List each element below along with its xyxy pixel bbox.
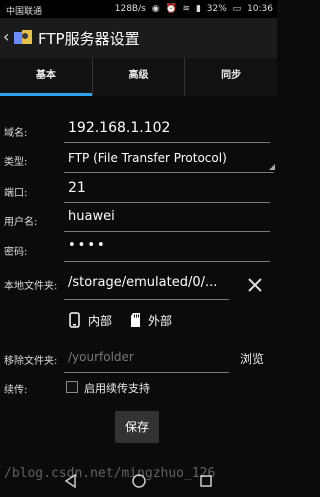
battery-icon: ▭ (232, 4, 242, 14)
type-select[interactable]: FTP (File Transfer Protocol) (68, 151, 227, 165)
remote-folder-input[interactable]: /yourfolder (68, 350, 134, 364)
sd-card-icon (131, 313, 140, 327)
port-input[interactable]: 21 (68, 180, 86, 196)
battery-percent: 32% (206, 4, 227, 14)
domain-label: 域名: (4, 128, 28, 139)
username-underline (64, 231, 270, 232)
remote-folder-label: 移除文件夹: (4, 356, 58, 367)
dropdown-arrow-icon (269, 164, 275, 170)
username-row: 用户名: huawei (0, 207, 277, 232)
resume-checkbox-label: 启用续传支持 (84, 382, 150, 395)
watermark-text: /blog.csdn.net/mingzhuo_126 (4, 466, 216, 481)
storage-external-label: 外部 (148, 314, 173, 328)
eye-icon: ◉ (151, 4, 160, 14)
type-row: 类型: FTP (File Transfer Protocol) (0, 148, 277, 173)
local-folder-row: 本地文件夹: /storage/emulated/0/... (0, 273, 277, 300)
tab-advanced[interactable]: 高级 (93, 58, 186, 96)
time: 10:36 (247, 4, 273, 14)
tab-sync[interactable]: 同步 (185, 58, 277, 96)
app-title-bar: ‹ FTP服务器设置 (0, 18, 277, 59)
local-folder-input[interactable]: /storage/emulated/0/... (68, 275, 217, 290)
status-bar: 中国联通 128B/s ◉ ⏰ ≋ ▮ 32% ▭ 10:36 (0, 0, 277, 18)
alarm-icon: ⏰ (165, 4, 177, 14)
password-input[interactable]: •••• (68, 238, 107, 253)
page-title: FTP服务器设置 (38, 30, 140, 48)
domain-underline (64, 142, 270, 143)
wifi-icon: ≋ (182, 4, 191, 14)
password-row: 密码: •••• (0, 237, 277, 262)
username-label: 用户名: (4, 217, 38, 228)
save-button[interactable]: 保存 (115, 411, 159, 443)
port-label: 端口: (4, 188, 28, 199)
type-label: 类型: (4, 157, 28, 168)
clear-icon[interactable] (246, 276, 264, 294)
tab-basic[interactable]: 基本 (0, 58, 93, 96)
remote-folder-row: 移除文件夹: /yourfolder (0, 348, 277, 373)
resume-label: 续传: (4, 385, 28, 396)
local-folder-underline (64, 299, 229, 300)
signal-icon: ▮ (195, 4, 201, 14)
tab-bar: 基本 高级 同步 (0, 58, 277, 96)
app-icon (14, 30, 32, 44)
password-label: 密码: (4, 247, 28, 258)
port-row: 端口: 21 (0, 178, 277, 203)
username-input[interactable]: huawei (68, 209, 115, 224)
browse-button[interactable]: 浏览 (240, 350, 264, 367)
domain-row: 域名: 192.168.1.102 (0, 118, 277, 143)
domain-input[interactable]: 192.168.1.102 (68, 120, 170, 136)
type-underline (64, 172, 274, 173)
password-underline (64, 261, 270, 262)
local-folder-label: 本地文件夹: (4, 281, 58, 292)
carrier-text: 中国联通 (6, 7, 43, 17)
network-speed: 128B/s (114, 4, 146, 14)
storage-internal-label: 内部 (88, 314, 113, 328)
phone-icon (69, 312, 80, 328)
port-underline (64, 202, 270, 203)
resume-checkbox[interactable] (66, 381, 78, 393)
back-arrow-icon[interactable]: ‹ (3, 27, 9, 46)
status-icons: 128B/s ◉ ⏰ ≋ ▮ 32% ▭ 10:36 (112, 4, 273, 14)
remote-folder-underline (64, 372, 229, 373)
